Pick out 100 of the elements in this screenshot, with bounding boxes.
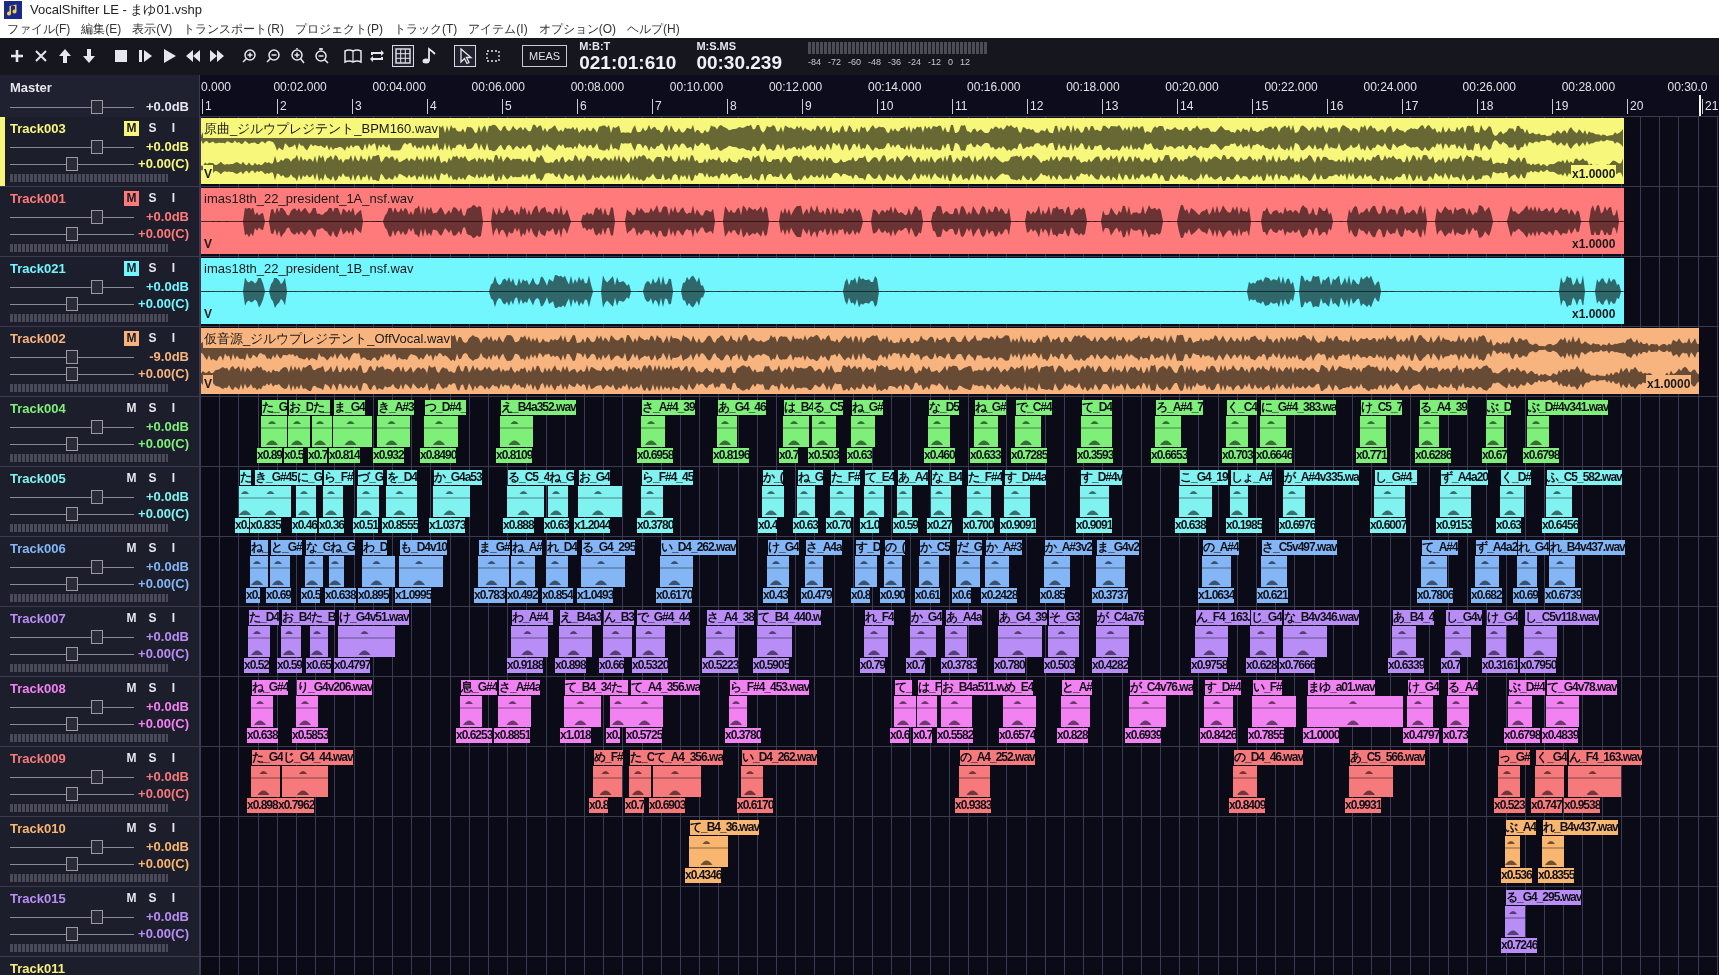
mute-button[interactable]: M bbox=[124, 470, 139, 486]
slider-thumb[interactable] bbox=[66, 226, 78, 241]
track-button[interactable]: I bbox=[166, 190, 181, 206]
note-clip[interactable] bbox=[851, 415, 875, 447]
note-clip[interactable] bbox=[1374, 485, 1405, 517]
zoom-out-icon[interactable] bbox=[312, 47, 330, 65]
note-clip[interactable] bbox=[1440, 485, 1471, 517]
track-button[interactable]: S bbox=[145, 190, 160, 206]
note-clip[interactable] bbox=[1004, 485, 1030, 517]
track-button[interactable]: I bbox=[166, 120, 181, 136]
note-clip[interactable] bbox=[559, 625, 592, 657]
note-clip[interactable] bbox=[1505, 835, 1520, 867]
note-clip[interactable] bbox=[762, 485, 784, 517]
note-clip[interactable] bbox=[941, 695, 972, 727]
pan-slider[interactable] bbox=[10, 296, 134, 311]
mute-button[interactable]: M bbox=[124, 540, 139, 556]
slider-thumb[interactable] bbox=[66, 366, 78, 381]
note-clip[interactable] bbox=[1505, 905, 1525, 937]
slider-thumb[interactable] bbox=[90, 209, 103, 224]
menu-item[interactable]: 編集(E) bbox=[76, 19, 127, 38]
note-clip[interactable] bbox=[1204, 695, 1233, 727]
note-clip[interactable] bbox=[1486, 625, 1506, 657]
pan-slider[interactable] bbox=[10, 226, 134, 241]
slider-thumb[interactable] bbox=[66, 576, 78, 591]
note-clip[interactable] bbox=[1252, 695, 1296, 727]
note-clip[interactable] bbox=[1447, 695, 1469, 727]
note-clip[interactable] bbox=[1044, 555, 1070, 587]
note-clip[interactable] bbox=[812, 415, 836, 447]
note-clip[interactable] bbox=[1349, 765, 1393, 797]
track-button[interactable]: I bbox=[166, 680, 181, 696]
note-clip[interactable] bbox=[1475, 555, 1499, 587]
add-icon[interactable] bbox=[8, 47, 26, 65]
note-clip[interactable] bbox=[305, 555, 323, 587]
track-header[interactable]: Track010 M S I +0.0dB +0.00(C) bbox=[0, 816, 200, 887]
pan-slider[interactable] bbox=[10, 506, 134, 521]
note-clip[interactable] bbox=[399, 555, 443, 587]
note-clip[interactable] bbox=[1283, 485, 1305, 517]
note-clip[interactable] bbox=[717, 415, 737, 447]
track-button[interactable]: I bbox=[166, 890, 181, 906]
pan-slider[interactable] bbox=[10, 926, 134, 941]
note-clip[interactable] bbox=[884, 555, 902, 587]
note-clip[interactable] bbox=[706, 625, 735, 657]
note-clip[interactable] bbox=[433, 485, 470, 517]
gain-slider[interactable] bbox=[10, 769, 134, 784]
note-clip[interactable] bbox=[511, 625, 548, 657]
note-clip[interactable] bbox=[629, 765, 651, 797]
track-button[interactable]: I bbox=[166, 750, 181, 766]
note-clip[interactable] bbox=[1419, 415, 1439, 447]
note-clip[interactable] bbox=[985, 555, 1009, 587]
note-clip[interactable] bbox=[757, 625, 792, 657]
gain-slider[interactable] bbox=[10, 279, 134, 294]
note-clip[interactable] bbox=[641, 485, 663, 517]
pan-slider[interactable] bbox=[10, 786, 134, 801]
track-header[interactable]: Track021 M S I +0.0dB +0.00(C) bbox=[0, 256, 200, 327]
note-clip[interactable] bbox=[1542, 835, 1564, 867]
track-header[interactable]: Track009 M S I +0.0dB +0.00(C) bbox=[0, 746, 200, 817]
zoom-out-icon[interactable] bbox=[264, 47, 282, 65]
slider-thumb[interactable] bbox=[90, 489, 103, 504]
note-clip[interactable] bbox=[1080, 485, 1109, 517]
zoom-in-icon[interactable] bbox=[240, 47, 258, 65]
note-clip[interactable] bbox=[548, 485, 568, 517]
slider-thumb[interactable] bbox=[66, 506, 78, 521]
mute-button[interactable]: M bbox=[124, 330, 139, 346]
track-button[interactable]: S bbox=[145, 680, 160, 696]
slider-thumb[interactable] bbox=[90, 99, 103, 114]
track-button[interactable]: I bbox=[166, 820, 181, 836]
note-clip[interactable] bbox=[1500, 485, 1524, 517]
mute-button[interactable]: M bbox=[124, 890, 139, 906]
note-clip[interactable] bbox=[805, 555, 823, 587]
gain-slider[interactable] bbox=[10, 699, 134, 714]
menu-item[interactable]: トラック(T) bbox=[389, 19, 463, 38]
slider-thumb[interactable] bbox=[66, 156, 78, 171]
slider-thumb[interactable] bbox=[66, 926, 78, 941]
grid-toggle[interactable] bbox=[392, 45, 414, 67]
note-clip[interactable] bbox=[919, 555, 939, 587]
mute-button[interactable]: M bbox=[124, 750, 139, 766]
note-clip[interactable] bbox=[1261, 555, 1287, 587]
note-clip[interactable] bbox=[357, 485, 379, 517]
note-clip[interactable] bbox=[251, 695, 273, 727]
note-clip[interactable] bbox=[500, 415, 533, 447]
slider-thumb[interactable] bbox=[66, 349, 78, 364]
slider-thumb[interactable] bbox=[66, 856, 78, 871]
note-clip[interactable] bbox=[362, 555, 395, 587]
note-clip[interactable] bbox=[507, 485, 544, 517]
note-clip[interactable] bbox=[783, 415, 809, 447]
note-clip[interactable] bbox=[1307, 695, 1403, 727]
note-clip[interactable] bbox=[1549, 555, 1575, 587]
note-clip[interactable] bbox=[967, 485, 991, 517]
track-button[interactable]: S bbox=[145, 890, 160, 906]
note-clip[interactable] bbox=[250, 555, 268, 587]
gain-slider[interactable] bbox=[10, 209, 134, 224]
gain-slider[interactable] bbox=[10, 489, 134, 504]
note-clip[interactable] bbox=[333, 415, 372, 447]
note-clip[interactable] bbox=[1517, 555, 1537, 587]
note-clip[interactable] bbox=[1195, 625, 1228, 657]
note-clip[interactable] bbox=[956, 555, 980, 587]
note-clip[interactable] bbox=[945, 625, 967, 657]
mute-button[interactable]: M bbox=[124, 610, 139, 626]
menu-item[interactable]: ファイル(F) bbox=[2, 19, 76, 38]
menu-item[interactable]: アイテム(I) bbox=[463, 19, 533, 38]
